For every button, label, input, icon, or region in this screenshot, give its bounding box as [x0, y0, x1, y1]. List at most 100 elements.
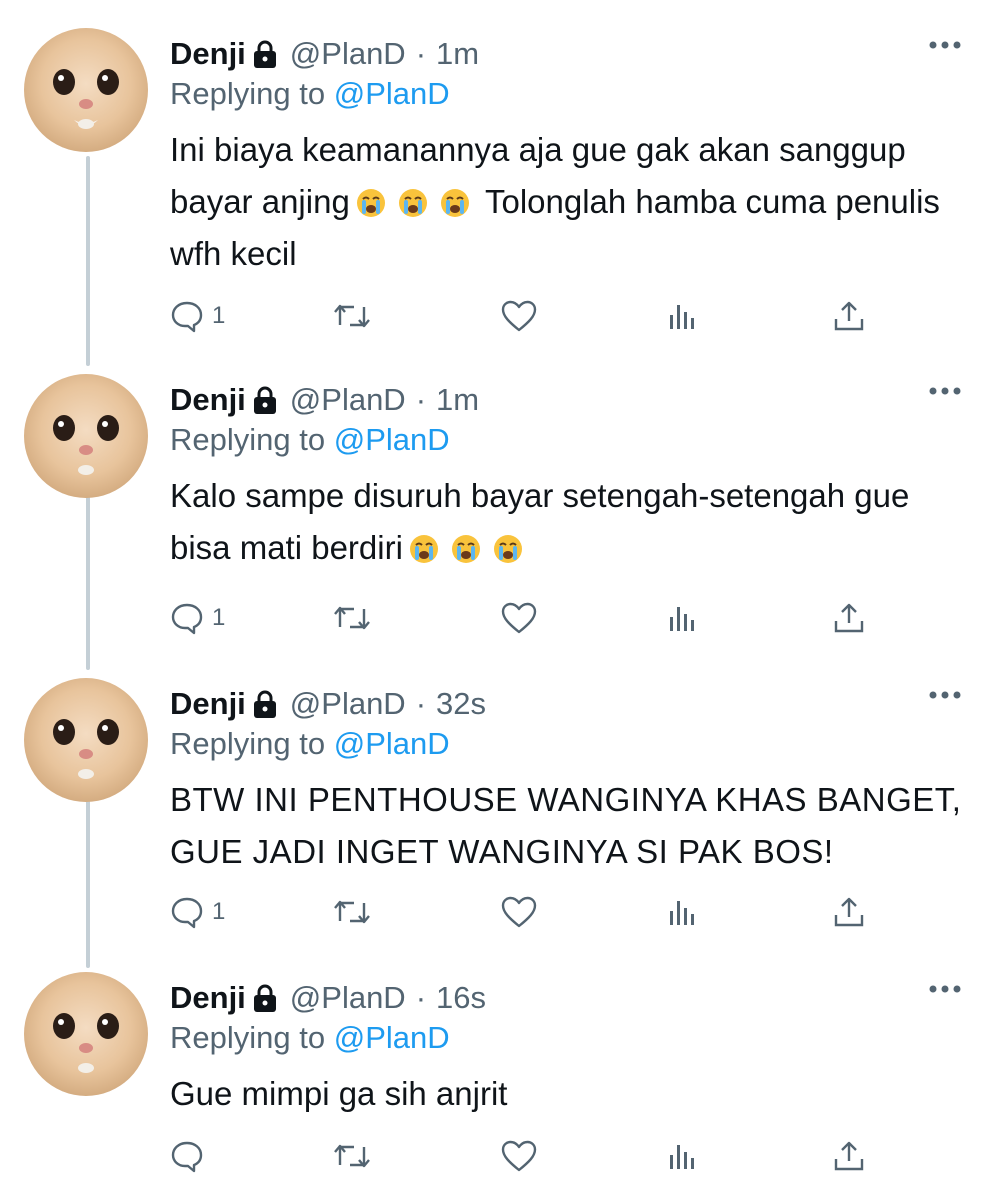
reply-icon [170, 895, 204, 929]
share-button[interactable] [832, 596, 866, 640]
lock-icon [252, 385, 278, 415]
reply-icon [170, 299, 204, 333]
loudly-crying-face-emoji [409, 527, 439, 563]
share-icon [832, 601, 866, 635]
reply-icon [170, 601, 204, 635]
share-icon [832, 299, 866, 333]
display-name[interactable]: Denji [170, 36, 246, 72]
display-name[interactable]: Denji [170, 980, 246, 1016]
share-button[interactable] [832, 294, 866, 338]
replying-to: Replying to @PlanD [170, 726, 450, 762]
replying-to-label: Replying to [170, 1020, 334, 1055]
retweet-button[interactable] [332, 294, 372, 338]
tweet-actions: 1 [170, 890, 880, 934]
replying-to: Replying to @PlanD [170, 76, 450, 112]
share-button[interactable] [832, 890, 866, 934]
avatar[interactable] [24, 678, 148, 802]
tweet-actions: 1 [170, 596, 880, 640]
tweet[interactable]: Denji @PlanD · 1m Replying to @PlanD Ini… [0, 28, 992, 348]
tweet-text-part: Kalo sampe disuruh bayar setengah-seteng… [170, 477, 910, 566]
user-handle[interactable]: @PlanD [290, 980, 406, 1016]
views-button[interactable] [668, 1134, 698, 1178]
more-icon[interactable] [928, 982, 962, 996]
retweet-button[interactable] [332, 1134, 372, 1178]
loudly-crying-face-emoji [398, 181, 428, 217]
tweet-text: Kalo sampe disuruh bayar setengah-seteng… [170, 470, 970, 574]
replying-to: Replying to @PlanD [170, 422, 450, 458]
tweet[interactable]: Denji @PlanD · 1m Replying to @PlanD Kal… [0, 374, 992, 664]
more-icon[interactable] [928, 688, 962, 702]
user-handle[interactable]: @PlanD [290, 686, 406, 722]
user-handle[interactable]: @PlanD [290, 382, 406, 418]
retweet-icon [332, 299, 372, 333]
views-icon [668, 299, 698, 333]
timestamp[interactable]: 1m [436, 36, 479, 72]
tweet-header: Denji @PlanD · 32s [170, 684, 486, 724]
separator-dot: · [415, 36, 427, 71]
retweet-button[interactable] [332, 596, 372, 640]
timestamp[interactable]: 16s [436, 980, 486, 1016]
display-name[interactable]: Denji [170, 686, 246, 722]
mention-link[interactable]: @PlanD [334, 726, 450, 761]
like-button[interactable] [500, 1134, 538, 1178]
views-button[interactable] [668, 596, 698, 640]
retweet-button[interactable] [332, 890, 372, 934]
timestamp[interactable]: 32s [436, 686, 486, 722]
tweet-actions [170, 1134, 880, 1178]
retweet-icon [332, 601, 372, 635]
display-name[interactable]: Denji [170, 382, 246, 418]
mention-link[interactable]: @PlanD [334, 422, 450, 457]
separator-dot: · [415, 686, 427, 721]
tweet-header: Denji @PlanD · 1m [170, 380, 479, 420]
reply-button[interactable]: 1 [170, 596, 225, 640]
replying-to-label: Replying to [170, 76, 334, 111]
tweet-header: Denji @PlanD · 1m [170, 34, 479, 74]
reply-count: 1 [212, 604, 226, 631]
more-icon[interactable] [928, 384, 962, 398]
replying-to-label: Replying to [170, 422, 334, 457]
lock-icon [252, 983, 278, 1013]
views-icon [668, 895, 698, 929]
avatar[interactable] [24, 28, 148, 152]
share-icon [832, 1139, 866, 1173]
reply-button[interactable] [170, 1134, 212, 1178]
avatar[interactable] [24, 972, 148, 1096]
replying-to-label: Replying to [170, 726, 334, 761]
like-button[interactable] [500, 890, 538, 934]
tweet[interactable]: Denji @PlanD · 32s Replying to @PlanD BT… [0, 678, 992, 958]
tweet-text-part: BTW INI PENTHOUSE WANGINYA KHAS BANGET, … [170, 781, 962, 870]
loudly-crying-face-emoji [493, 527, 523, 563]
lock-icon [252, 39, 278, 69]
like-button[interactable] [500, 294, 538, 338]
views-button[interactable] [668, 294, 698, 338]
tweet-text: Gue mimpi ga sih anjrit [170, 1068, 970, 1120]
like-button[interactable] [500, 596, 538, 640]
views-button[interactable] [668, 890, 698, 934]
tweet-text: BTW INI PENTHOUSE WANGINYA KHAS BANGET, … [170, 774, 970, 878]
loudly-crying-face-emoji [356, 181, 386, 217]
avatar[interactable] [24, 374, 148, 498]
tweet-header: Denji @PlanD · 16s [170, 978, 486, 1018]
reply-count: 1 [212, 898, 226, 925]
lock-icon [252, 689, 278, 719]
reply-count: 1 [212, 302, 226, 329]
tweet-text-part: Gue mimpi ga sih anjrit [170, 1075, 508, 1112]
share-button[interactable] [832, 1134, 866, 1178]
replying-to: Replying to @PlanD [170, 1020, 450, 1056]
more-icon[interactable] [928, 38, 962, 52]
separator-dot: · [415, 382, 427, 417]
tweet[interactable]: Denji @PlanD · 16s Replying to @PlanD Gu… [0, 972, 992, 1192]
retweet-icon [332, 1139, 372, 1173]
reply-button[interactable]: 1 [170, 294, 225, 338]
heart-icon [500, 601, 538, 635]
user-handle[interactable]: @PlanD [290, 36, 406, 72]
timestamp[interactable]: 1m [436, 382, 479, 418]
tweet-actions: 1 [170, 294, 880, 338]
mention-link[interactable]: @PlanD [334, 1020, 450, 1055]
mention-link[interactable]: @PlanD [334, 76, 450, 111]
reply-button[interactable]: 1 [170, 890, 225, 934]
views-icon [668, 1139, 698, 1173]
retweet-icon [332, 895, 372, 929]
separator-dot: · [415, 980, 427, 1015]
heart-icon [500, 299, 538, 333]
